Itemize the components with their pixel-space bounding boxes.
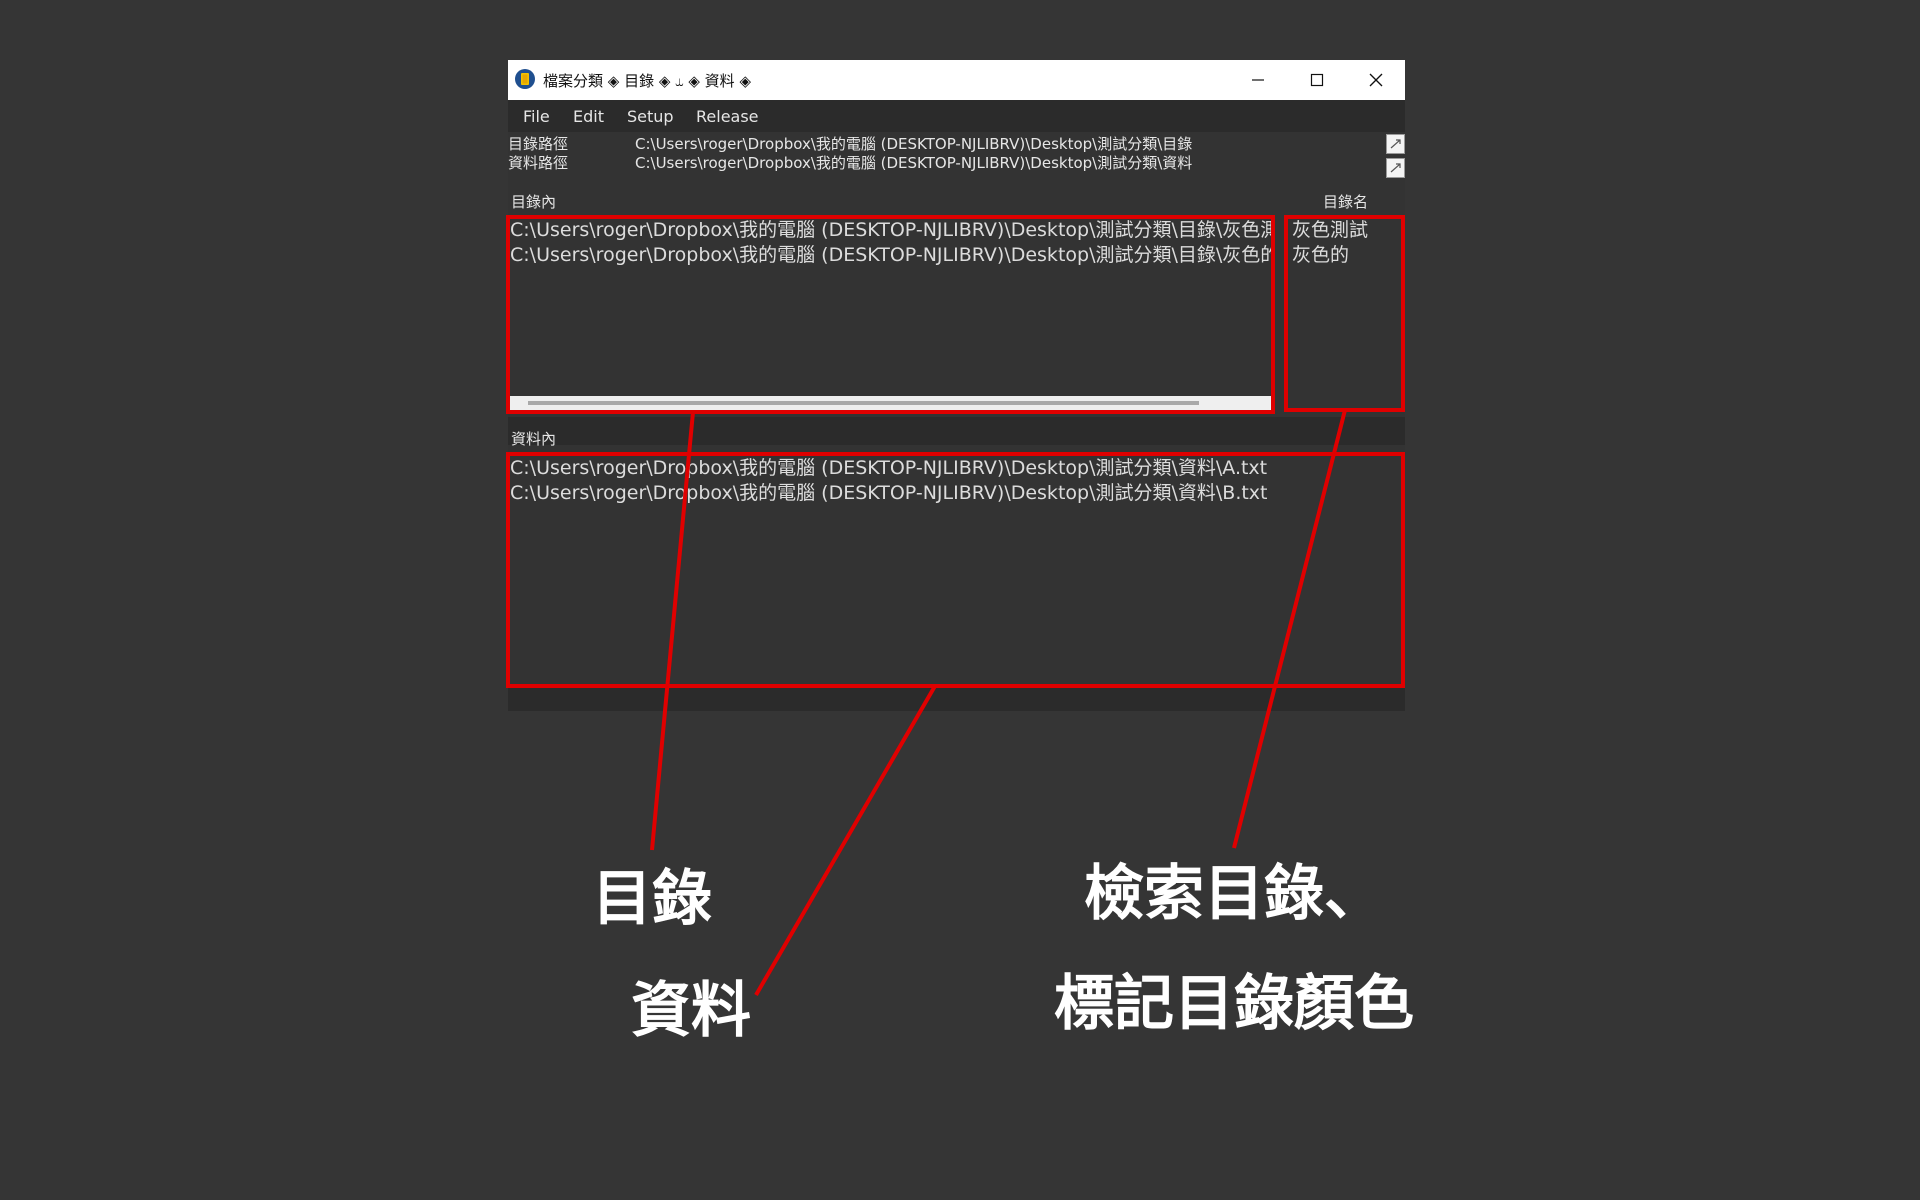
search-leader-line [1232,409,1347,849]
annotation-overlay [506,215,1405,997]
annotation-search-line1: 檢索目錄、 [1084,859,1384,929]
annotation-search-line2: 標記目錄顏色 [1054,969,1414,1039]
dir-leader-line [650,411,695,851]
dir-list-highlight-box [506,215,1275,414]
annotation-dir: 目錄 [592,864,712,934]
data-list-highlight-box [506,452,1405,688]
dir-name-highlight-box [1284,215,1405,412]
data-leader-line [754,684,937,997]
annotation-data: 資料 [631,976,751,1046]
